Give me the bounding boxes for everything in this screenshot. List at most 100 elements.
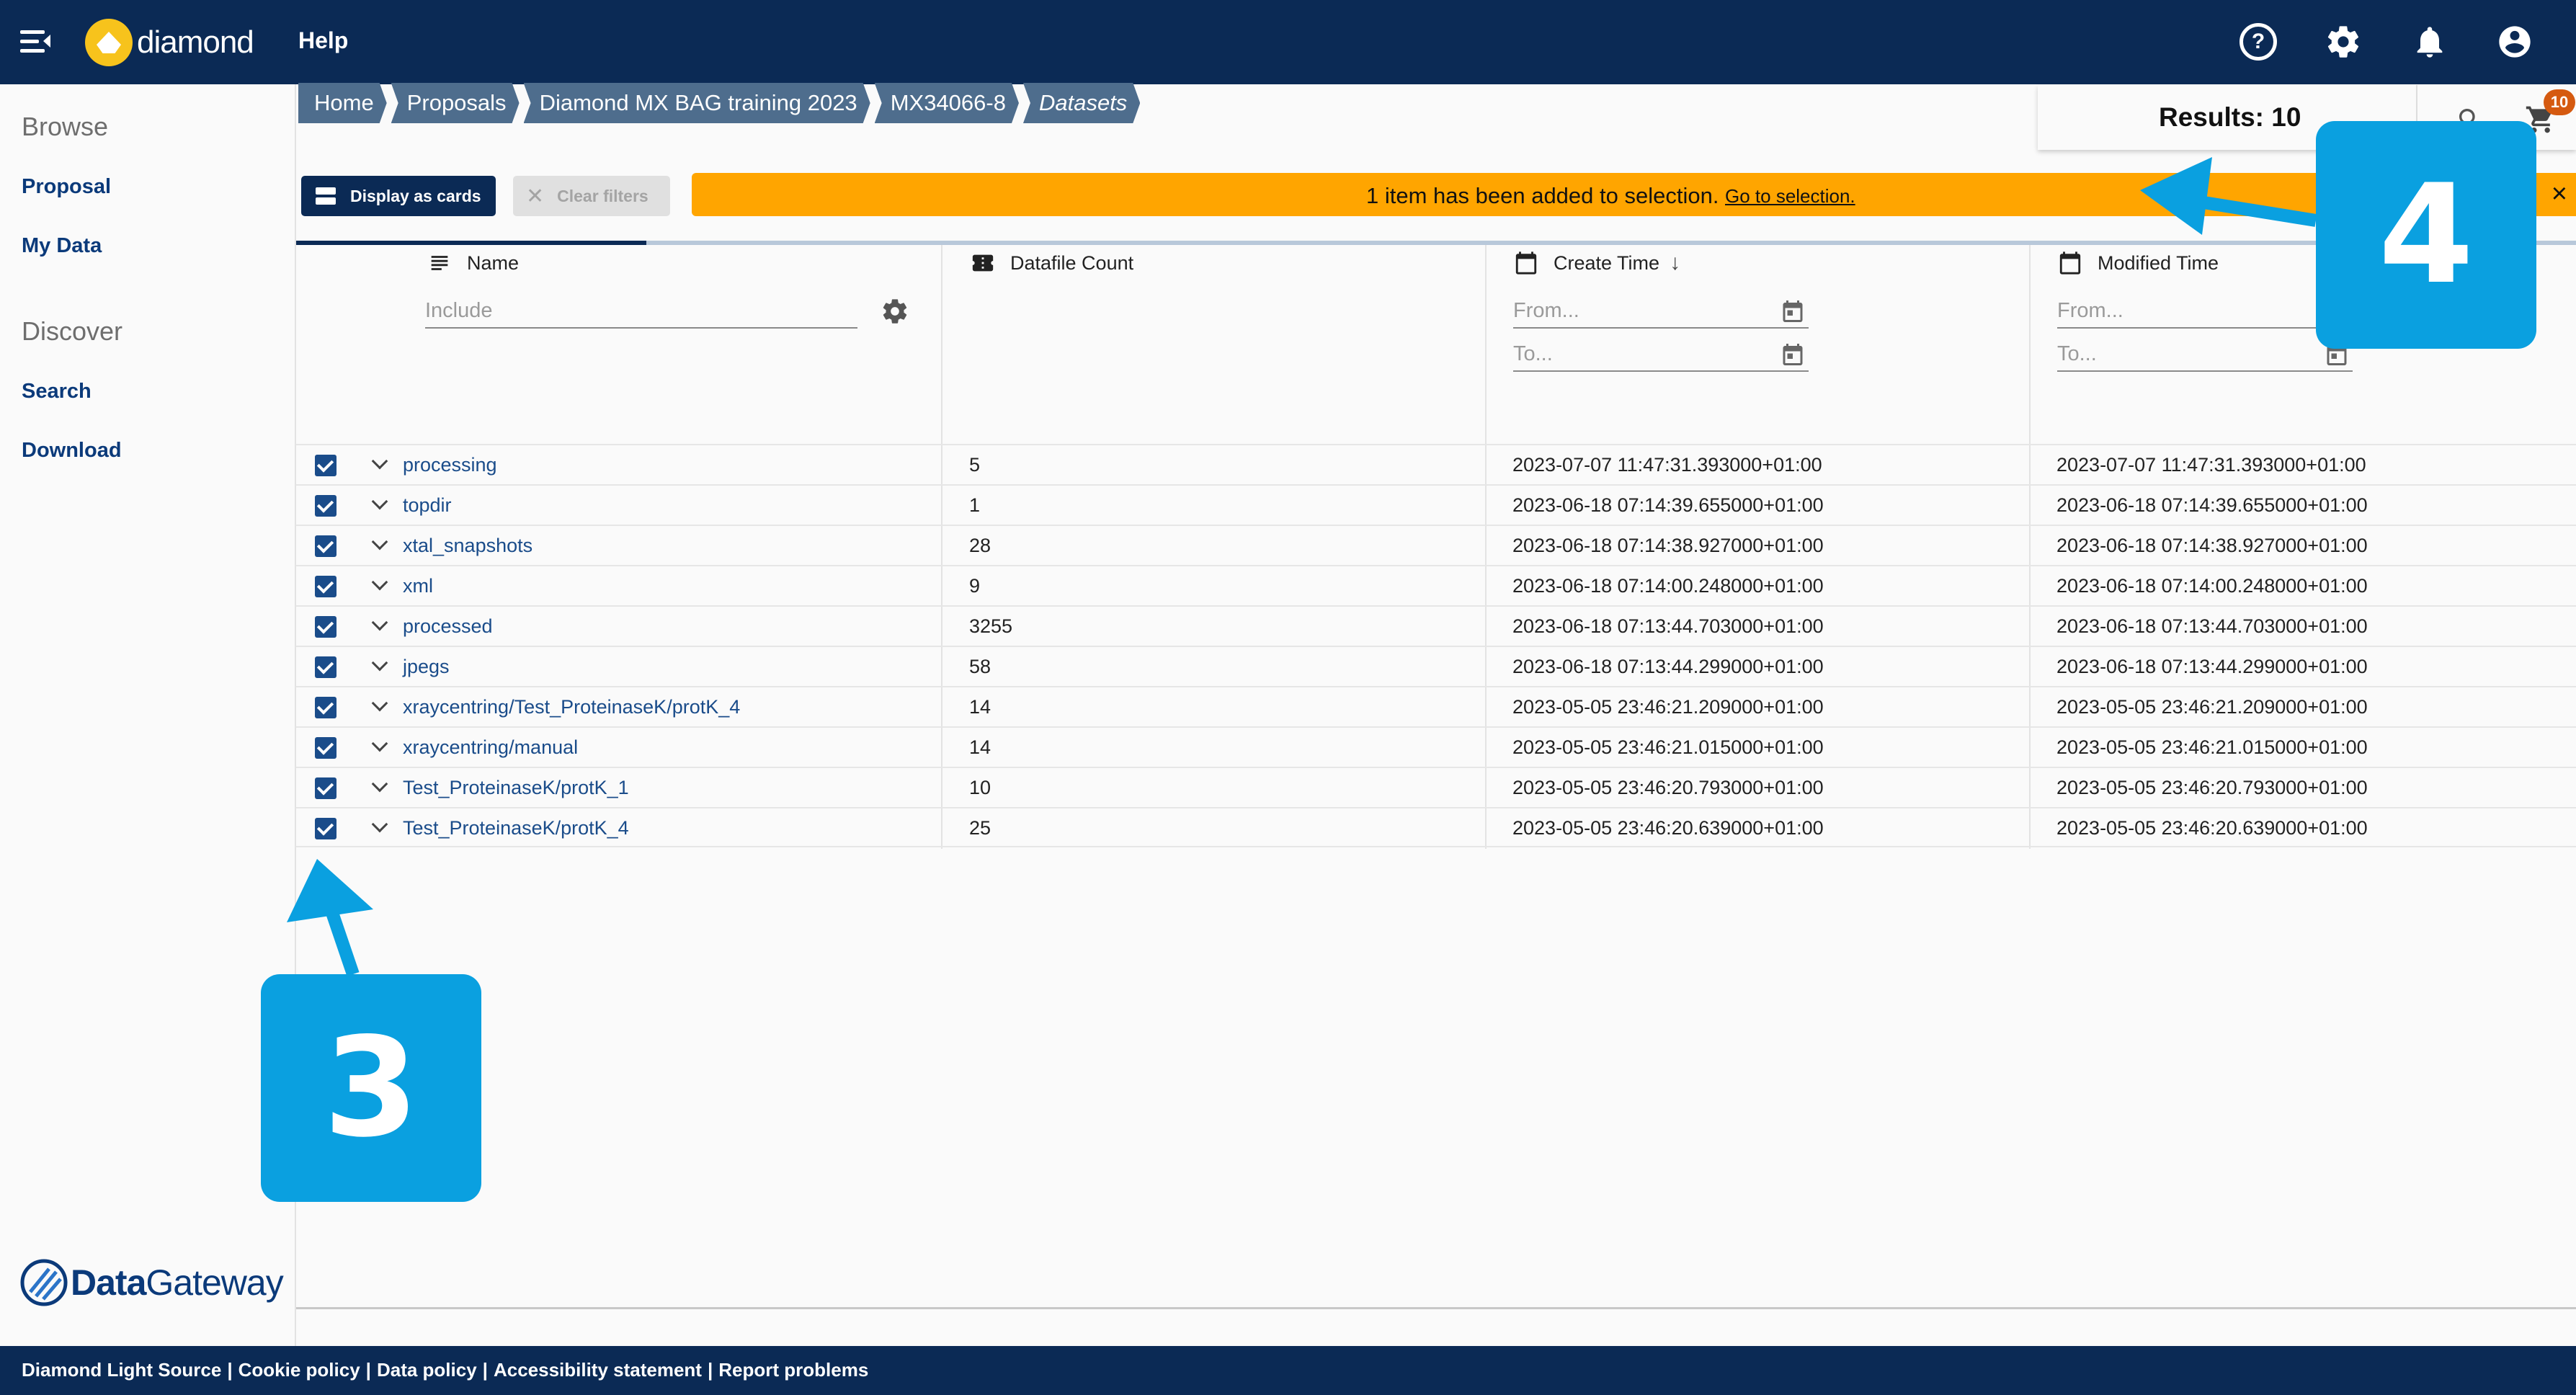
dataset-name-link[interactable]: topdir (403, 494, 452, 517)
breadcrumb-investigation[interactable]: MX34066-8 (875, 83, 1019, 123)
help-circle-icon[interactable]: ? (2239, 23, 2277, 61)
calendar-picker-icon[interactable] (1780, 342, 1806, 367)
column-modified-label: Modified Time (2098, 251, 2219, 274)
table-row[interactable]: xtal_snapshots 28 2023-06-18 07:14:38.9270… (296, 525, 2576, 565)
row-select-checkbox[interactable] (315, 737, 337, 759)
table-row[interactable]: xml 9 2023-06-18 07:14:00.248000+01:00 2023… (296, 565, 2576, 605)
chevron-down-icon[interactable] (371, 536, 387, 552)
create-time-cell: 2023-05-05 23:46:20.639000+01:00 (1512, 817, 1824, 839)
sort-descending-icon[interactable]: ↓ (1670, 251, 1680, 275)
go-to-selection-link[interactable]: Go to selection. (1725, 185, 1855, 208)
sidebar-navigation: Browse Proposal My Data Discover Search … (0, 84, 296, 1347)
dataset-name-link[interactable]: Test_ProteinaseK/protK_4 (403, 817, 629, 839)
chevron-down-icon[interactable] (371, 576, 387, 592)
diamond-logo-icon (85, 19, 133, 66)
sidebar-item-download[interactable]: Download (22, 439, 122, 463)
datafile-count-cell: 58 (969, 656, 991, 677)
column-name-label: Name (467, 251, 520, 274)
display-as-cards-button[interactable]: Display as cards (301, 176, 496, 216)
column-header-create-time[interactable]: Create Time ↓ (1513, 251, 1680, 275)
dataset-name-link[interactable]: processed (403, 615, 493, 638)
create-time-cell: 2023-06-18 07:14:39.655000+01:00 (1512, 494, 1824, 516)
create-from-date-input[interactable]: From... (1513, 293, 1809, 329)
row-select-checkbox[interactable] (315, 818, 337, 839)
row-select-checkbox[interactable] (315, 697, 337, 718)
dataset-name-link[interactable]: Test_ProteinaseK/protK_1 (403, 777, 629, 799)
row-select-checkbox[interactable] (315, 576, 337, 597)
footer-link-data-policy[interactable]: Data policy (377, 1359, 477, 1381)
datafile-count-cell: 1 (969, 494, 981, 516)
diamond-logo[interactable]: diamond (85, 17, 254, 68)
footer-link-accessibility[interactable]: Accessibility statement (494, 1359, 702, 1381)
table-row[interactable]: xraycentring/Test_ProteinaseK/protK_4 14 2… (296, 686, 2576, 726)
dataset-name-link[interactable]: xraycentring/Test_ProteinaseK/protK_4 (403, 696, 740, 718)
table-row[interactable]: processed 3255 2023-06-18 07:13:44.703000+… (296, 605, 2576, 646)
dataset-name-link[interactable]: xml (403, 575, 433, 597)
clear-filters-button[interactable]: ✕ Clear filters (513, 176, 670, 216)
modified-to-date-input[interactable]: To... (2057, 336, 2353, 372)
chevron-down-icon[interactable] (371, 738, 387, 754)
row-select-checkbox[interactable] (315, 777, 337, 799)
datagateway-logo: DataGateway (20, 1259, 284, 1306)
footer-link-diamond[interactable]: Diamond Light Source (22, 1359, 221, 1381)
row-select-checkbox[interactable] (315, 535, 337, 557)
menu-collapse-icon[interactable] (20, 27, 52, 56)
chevron-down-icon[interactable] (371, 698, 387, 713)
footer-separator: | (227, 1359, 233, 1381)
table-row[interactable]: Test_ProteinaseK/protK_4 25 2023-05-05 23:… (296, 807, 2576, 847)
column-header-name[interactable]: Name (427, 251, 519, 275)
chevron-down-icon[interactable] (371, 657, 387, 673)
notifications-bell-icon[interactable] (2411, 23, 2448, 61)
create-time-cell: 2023-06-18 07:13:44.299000+01:00 (1512, 656, 1824, 677)
column-header-modified-time[interactable]: Modified Time (2057, 251, 2219, 275)
calendar-picker-icon[interactable] (1780, 298, 1806, 324)
chevron-down-icon[interactable] (371, 617, 387, 633)
modified-from-date-input[interactable]: From... (2057, 293, 2353, 329)
dataset-name-link[interactable]: xraycentring/manual (403, 736, 578, 759)
view-cards-icon (316, 187, 336, 205)
table-row[interactable]: xraycentring/manual 14 2023-05-05 23:46:21… (296, 726, 2576, 767)
chevron-down-icon[interactable] (371, 496, 387, 512)
row-select-checkbox[interactable] (315, 616, 337, 638)
column-create-label: Create Time (1554, 251, 1660, 274)
filter-settings-gear-icon[interactable] (881, 297, 909, 326)
chevron-down-icon[interactable] (371, 819, 387, 834)
row-select-checkbox[interactable] (315, 656, 337, 678)
sidebar-item-proposal[interactable]: Proposal (22, 175, 111, 199)
sidebar-item-search[interactable]: Search (22, 380, 92, 404)
create-time-cell: 2023-05-05 23:46:20.793000+01:00 (1512, 777, 1824, 798)
modified-time-cell: 2023-06-18 07:14:00.248000+01:00 (2056, 575, 2368, 597)
footer-link-report-problems[interactable]: Report problems (718, 1359, 868, 1381)
modified-time-cell: 2023-06-18 07:13:44.703000+01:00 (2056, 615, 2368, 637)
subject-lines-icon (431, 256, 448, 270)
row-select-checkbox[interactable] (315, 495, 337, 517)
table-row[interactable]: jpegs 58 2023-06-18 07:13:44.299000+01:00 2… (296, 646, 2576, 686)
close-icon: ✕ (526, 184, 545, 208)
column-header-datafile-count[interactable]: Datafile Count (970, 251, 1133, 275)
name-filter-input[interactable]: Include (425, 293, 857, 329)
dataset-name-link[interactable]: jpegs (403, 656, 450, 678)
chevron-down-icon[interactable] (371, 455, 387, 471)
banner-close-icon[interactable]: × (2552, 179, 2567, 210)
breadcrumb-proposals[interactable]: Proposals (391, 83, 520, 123)
logo-text: diamond (137, 24, 254, 60)
footer-link-cookie-policy[interactable]: Cookie policy (239, 1359, 360, 1381)
chevron-down-icon[interactable] (371, 778, 387, 794)
account-circle-icon[interactable] (2496, 23, 2533, 61)
create-to-date-input[interactable]: To... (1513, 336, 1809, 372)
datafile-count-cell: 5 (969, 454, 981, 476)
table-row[interactable]: topdir 1 2023-06-18 07:14:39.655000+01:00 2… (296, 484, 2576, 525)
table-row[interactable]: processing 5 2023-07-07 11:47:31.393000+01… (296, 444, 2576, 484)
create-time-cell: 2023-06-18 07:14:00.248000+01:00 (1512, 575, 1824, 597)
dataset-name-link[interactable]: xtal_snapshots (403, 535, 532, 557)
sidebar-item-my-data[interactable]: My Data (22, 234, 102, 258)
banner-message: 1 item has been added to selection. (1366, 183, 1719, 208)
breadcrumb-home[interactable]: Home (298, 83, 387, 123)
help-link[interactable]: Help (298, 27, 348, 54)
row-select-checkbox[interactable] (315, 455, 337, 476)
settings-gear-icon[interactable] (2325, 23, 2362, 61)
breadcrumb-proposal[interactable]: Diamond MX BAG training 2023 (524, 83, 870, 123)
dataset-name-link[interactable]: processing (403, 454, 497, 476)
table-row[interactable]: Test_ProteinaseK/protK_1 10 2023-05-05 23:… (296, 767, 2576, 807)
calendar-icon (1515, 251, 1537, 275)
